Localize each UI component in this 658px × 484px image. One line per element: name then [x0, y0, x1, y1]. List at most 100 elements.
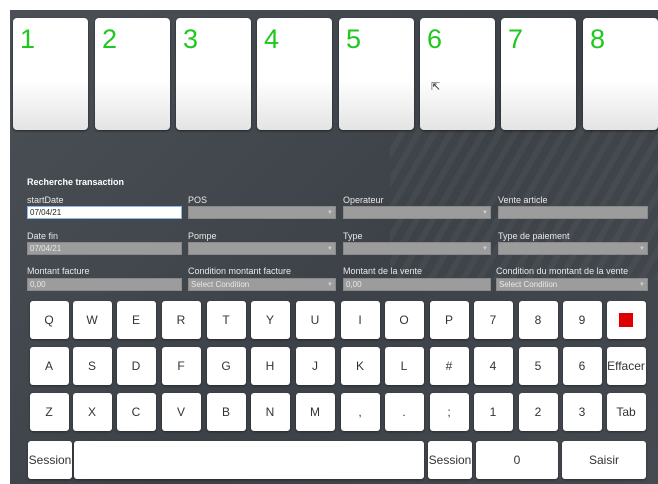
vente-article-label: Vente article	[498, 195, 548, 205]
pump-number: 5	[346, 24, 362, 54]
type-paiement-label: Type de paiement	[498, 231, 570, 241]
saisir-button[interactable]: Saisir	[562, 441, 646, 479]
pump-number: 4	[264, 24, 280, 54]
vente-article-input[interactable]	[498, 206, 648, 219]
key-e[interactable]: E	[116, 301, 156, 339]
key-period[interactable]: .	[384, 393, 424, 431]
condition-montant-label: Condition montant facture	[188, 266, 292, 276]
stop-icon	[619, 313, 633, 327]
key-hash[interactable]: #	[429, 347, 469, 385]
key-j[interactable]: J	[295, 347, 335, 385]
montant-facture-label: Montant facture	[27, 266, 90, 276]
pump-number: 2	[102, 24, 118, 54]
key-x[interactable]: X	[72, 393, 112, 431]
pump-button-5[interactable]: 5	[339, 18, 414, 130]
type-paiement-select[interactable]: ▼	[498, 242, 648, 255]
pompe-label: Pompe	[188, 231, 217, 241]
key-4[interactable]: 4	[473, 347, 513, 385]
key-k[interactable]: K	[340, 347, 380, 385]
montant-vente-label: Montant de la vente	[343, 266, 423, 276]
condition-montant-value: Select Condition	[191, 280, 250, 289]
key-z[interactable]: Z	[29, 393, 69, 431]
type-label: Type	[343, 231, 363, 241]
key-7[interactable]: 7	[473, 301, 513, 339]
key-t[interactable]: T	[206, 301, 246, 339]
condition-vente-value: Select Condition	[499, 280, 558, 289]
form-title: Recherche transaction	[27, 177, 125, 187]
pump-button-8[interactable]: 8	[583, 18, 658, 130]
key-5[interactable]: 5	[518, 347, 558, 385]
key-2[interactable]: 2	[518, 393, 558, 431]
start-date-input[interactable]: 07/04/21	[27, 206, 182, 219]
date-fin-input[interactable]: 07/04/21	[27, 242, 182, 255]
pump-button-3[interactable]: 3	[176, 18, 251, 130]
mouse-cursor-icon: ⇱	[431, 81, 441, 93]
chevron-down-icon: ▼	[639, 282, 645, 288]
key-f[interactable]: F	[161, 347, 201, 385]
transaction-search-screen: 12345678 ⇱ Recherche transaction startDa…	[10, 10, 658, 484]
key-8[interactable]: 8	[518, 301, 558, 339]
chevron-down-icon: ▼	[327, 210, 333, 216]
chevron-down-icon: ▼	[327, 282, 333, 288]
pump-number: 1	[20, 24, 36, 54]
pos-label: POS	[188, 195, 208, 205]
condition-vente-select[interactable]: Select Condition ▼	[496, 278, 648, 291]
pump-number: 6	[427, 24, 443, 54]
key-semicolon[interactable]: ;	[429, 393, 469, 431]
pump-number: 3	[183, 24, 199, 54]
pump-number: 8	[590, 24, 606, 54]
key-effacer[interactable]: Effacer	[606, 347, 646, 385]
date-fin-label: Date fin	[27, 231, 59, 241]
operateur-label: Operateur	[343, 195, 384, 205]
key-l[interactable]: L	[384, 347, 424, 385]
session-left-button[interactable]: Session	[28, 441, 72, 479]
key-i[interactable]: I	[340, 301, 380, 339]
key-n[interactable]: N	[250, 393, 290, 431]
key-9[interactable]: 9	[562, 301, 602, 339]
pos-select[interactable]: ▼	[188, 206, 336, 219]
key-q[interactable]: Q	[29, 301, 69, 339]
key-y[interactable]: Y	[250, 301, 290, 339]
start-date-label: startDate	[27, 195, 64, 205]
key-h[interactable]: H	[250, 347, 290, 385]
pump-button-7[interactable]: 7	[501, 18, 576, 130]
key-c[interactable]: C	[116, 393, 156, 431]
pump-button-4[interactable]: 4	[257, 18, 332, 130]
key-tab[interactable]: Tab	[606, 393, 646, 431]
pump-button-2[interactable]: 2	[95, 18, 170, 130]
key-g[interactable]: G	[206, 347, 246, 385]
key-p[interactable]: P	[429, 301, 469, 339]
stop-key[interactable]	[606, 301, 646, 339]
key-r[interactable]: R	[161, 301, 201, 339]
montant-facture-input[interactable]: 0,00	[27, 278, 182, 291]
pump-button-6[interactable]: 6	[420, 18, 495, 130]
key-6[interactable]: 6	[562, 347, 602, 385]
key-v[interactable]: V	[161, 393, 201, 431]
key-m[interactable]: M	[295, 393, 335, 431]
key-b[interactable]: B	[206, 393, 246, 431]
key-d[interactable]: D	[116, 347, 156, 385]
key-a[interactable]: A	[29, 347, 69, 385]
chevron-down-icon: ▼	[639, 246, 645, 252]
pompe-select[interactable]: ▼	[188, 242, 336, 255]
operateur-select[interactable]: ▼	[343, 206, 491, 219]
chevron-down-icon: ▼	[482, 246, 488, 252]
key-1[interactable]: 1	[473, 393, 513, 431]
chevron-down-icon: ▼	[327, 246, 333, 252]
key-0[interactable]: 0	[476, 441, 558, 479]
key-s[interactable]: S	[72, 347, 112, 385]
chevron-down-icon: ▼	[482, 210, 488, 216]
pump-button-1[interactable]: 1	[13, 18, 88, 130]
montant-vente-input[interactable]: 0,00	[343, 278, 491, 291]
type-select[interactable]: ▼	[343, 242, 491, 255]
pump-number: 7	[508, 24, 524, 54]
session-right-button[interactable]: Session	[428, 441, 472, 479]
condition-montant-select[interactable]: Select Condition ▼	[188, 278, 336, 291]
key-u[interactable]: U	[295, 301, 335, 339]
key-o[interactable]: O	[384, 301, 424, 339]
key-comma[interactable]: ,	[340, 393, 380, 431]
space-bar[interactable]	[74, 441, 424, 479]
key-w[interactable]: W	[72, 301, 112, 339]
key-3[interactable]: 3	[562, 393, 602, 431]
condition-vente-label: Condition du montant de la vente	[496, 266, 629, 276]
